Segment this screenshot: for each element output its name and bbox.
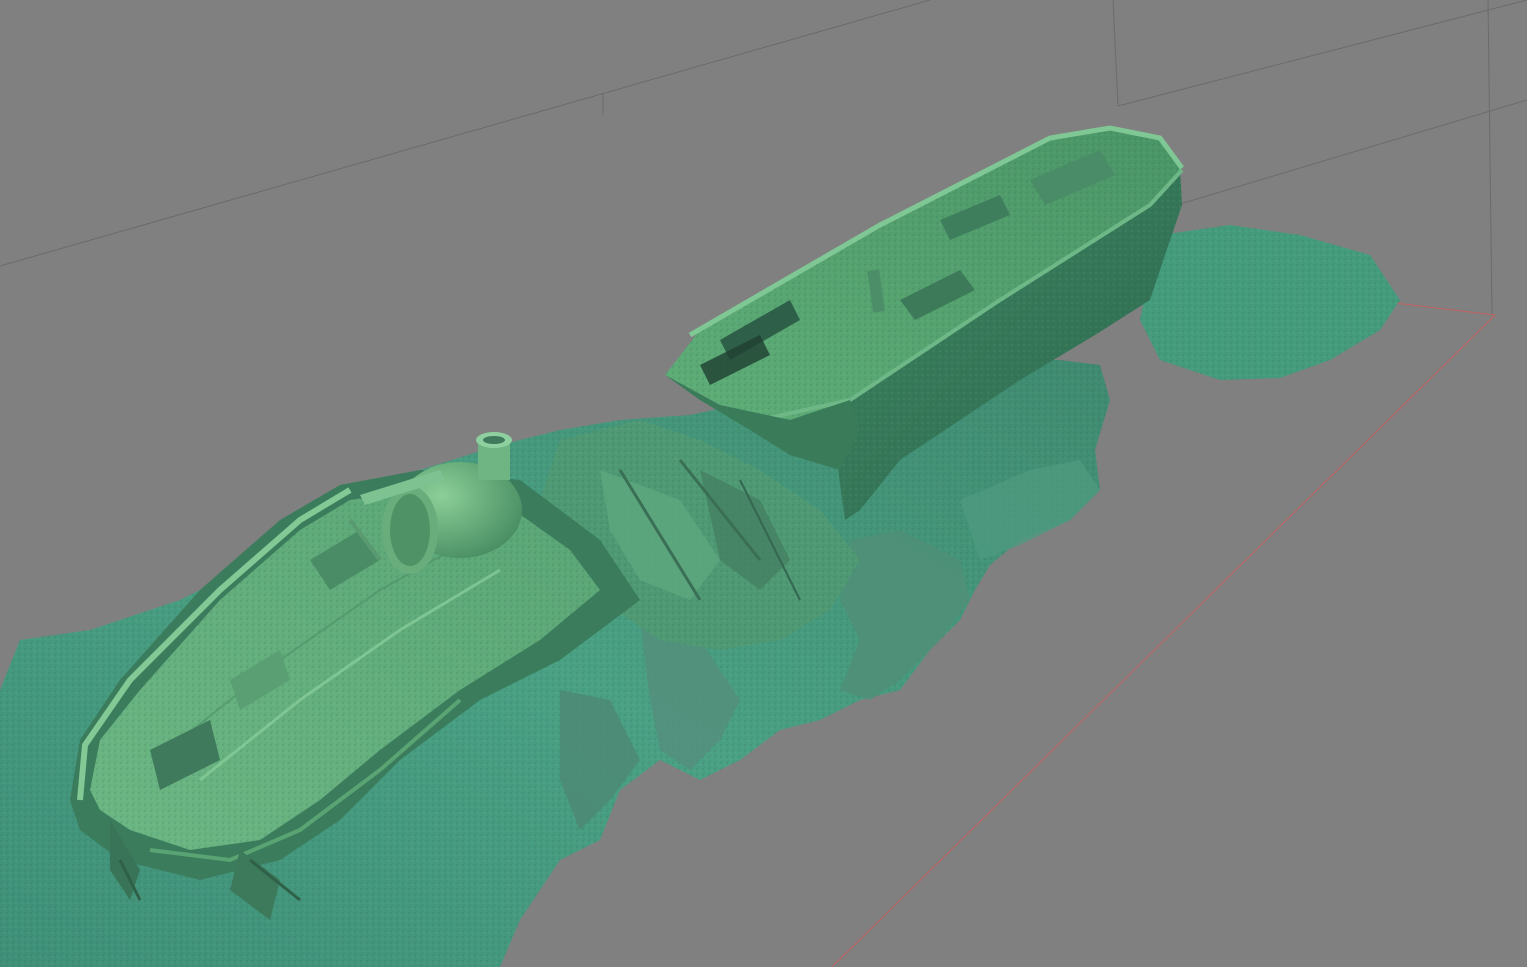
3d-viewport[interactable] xyxy=(0,0,1527,967)
shipwreck-point-cloud-scene[interactable] xyxy=(0,0,1527,967)
